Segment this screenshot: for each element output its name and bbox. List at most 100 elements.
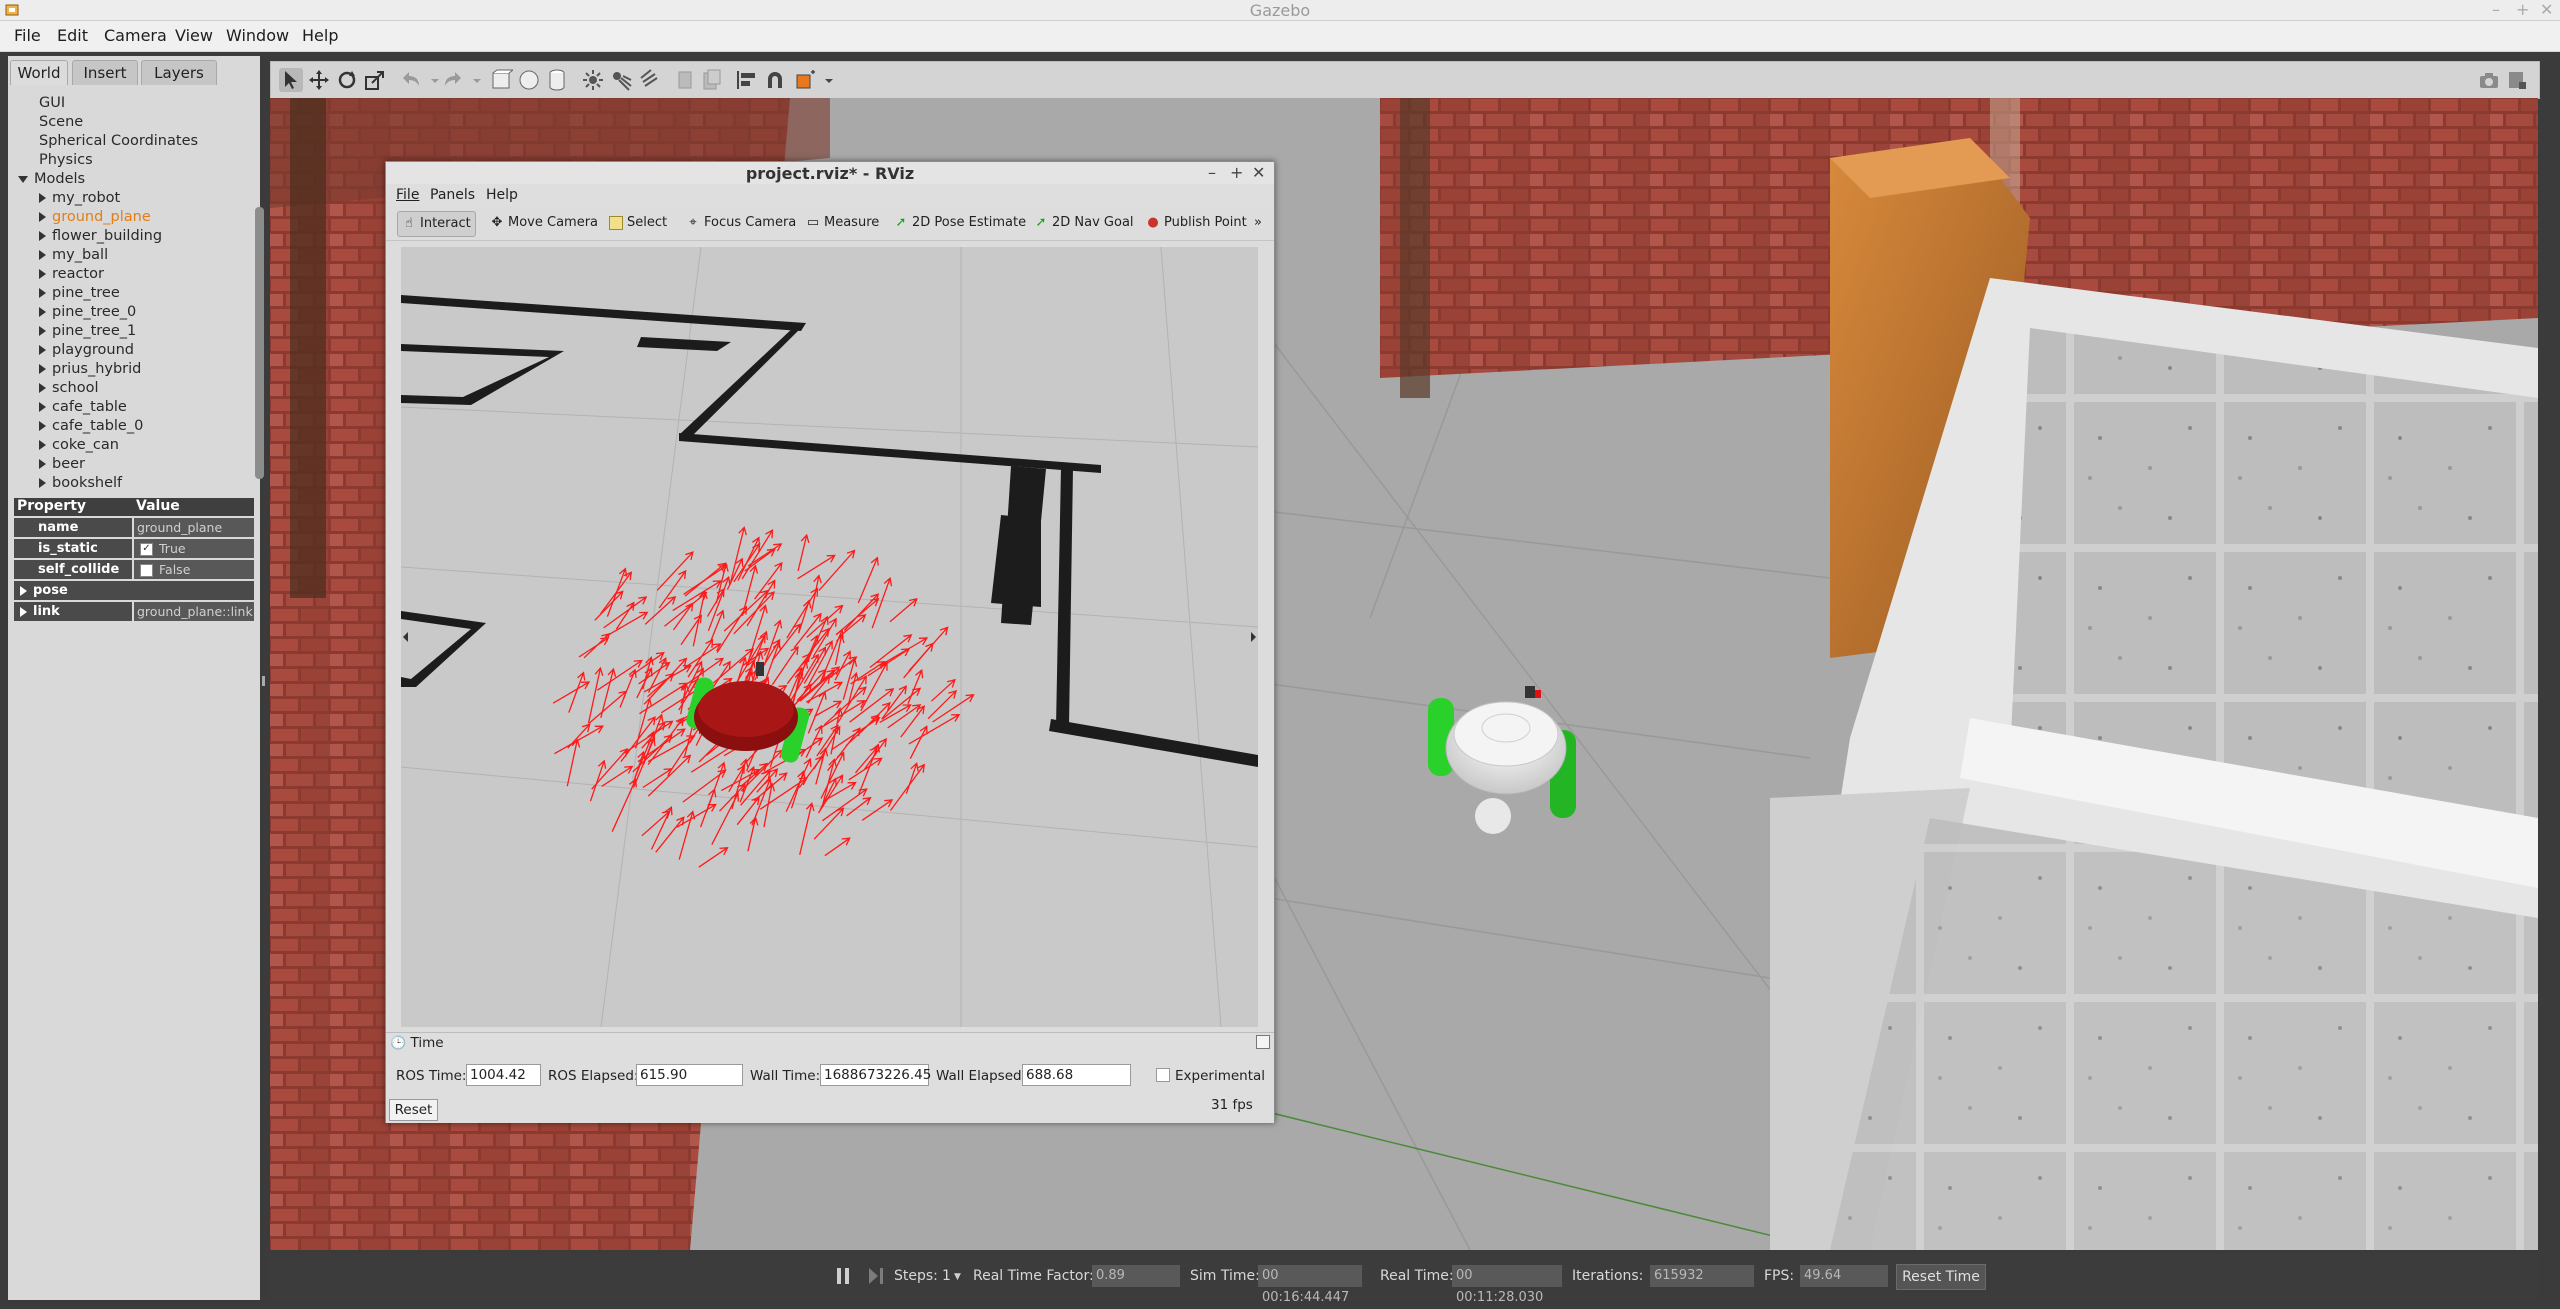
- view-angle-chevron-icon[interactable]: [817, 68, 833, 92]
- menu-window[interactable]: Window: [226, 26, 289, 45]
- expand-arrow-icon[interactable]: [39, 440, 46, 450]
- tree-item-beer[interactable]: beer: [39, 455, 85, 474]
- view-angle-icon[interactable]: [793, 68, 817, 92]
- tab-world[interactable]: World: [10, 60, 68, 85]
- paste-icon[interactable]: [699, 68, 723, 92]
- undo-icon[interactable]: [399, 68, 423, 92]
- sphere-shape-icon[interactable]: [517, 68, 541, 92]
- tool-2d-nav-goal[interactable]: ➚ 2D Nav Goal: [1034, 211, 1134, 235]
- rviz-menu-help[interactable]: Help: [486, 187, 518, 203]
- expand-arrow-icon[interactable]: [39, 269, 46, 279]
- tree-item-ground-plane[interactable]: ground_plane: [39, 208, 151, 227]
- time-panel-float-icon[interactable]: [1256, 1035, 1270, 1049]
- spot-light-icon[interactable]: [609, 68, 633, 92]
- expand-arrow-icon[interactable]: [39, 478, 46, 488]
- redo-history-chevron-icon[interactable]: [465, 68, 481, 92]
- expand-arrow-icon[interactable]: [39, 307, 46, 317]
- tool-publish-point[interactable]: ● Publish Point: [1146, 211, 1246, 235]
- expand-arrow-icon[interactable]: [39, 326, 46, 336]
- record-log-icon[interactable]: [2505, 68, 2529, 92]
- toolbar-overflow-chevron-icon[interactable]: »: [1254, 211, 1262, 235]
- rviz-close-icon[interactable]: ✕: [1252, 163, 1265, 182]
- screenshot-camera-icon[interactable]: [2477, 68, 2501, 92]
- expand-arrow-icon[interactable]: [39, 212, 46, 222]
- tree-item-pine-tree-1[interactable]: pine_tree_1: [39, 322, 136, 341]
- tree-item-flower-building[interactable]: flower_building: [39, 227, 162, 246]
- expand-arrow-icon[interactable]: [39, 421, 46, 431]
- expand-arrow-icon[interactable]: [39, 288, 46, 298]
- tree-item-gui[interactable]: GUI: [39, 94, 65, 113]
- ros-elapsed-field[interactable]: 615.90: [636, 1064, 743, 1086]
- tool-interact[interactable]: ☝ Interact: [397, 211, 476, 237]
- undo-history-chevron-icon[interactable]: [423, 68, 439, 92]
- tab-layers[interactable]: Layers: [141, 60, 217, 85]
- tree-item-scene[interactable]: Scene: [39, 113, 83, 132]
- property-value[interactable]: ✓ True: [134, 539, 254, 558]
- tree-item-cafe-table-0[interactable]: cafe_table_0: [39, 417, 143, 436]
- tab-insert[interactable]: Insert: [72, 60, 138, 85]
- rviz-reset-button[interactable]: Reset: [389, 1099, 438, 1121]
- scale-mode-icon[interactable]: [363, 68, 387, 92]
- rotate-mode-icon[interactable]: [335, 68, 359, 92]
- menu-view[interactable]: View: [175, 26, 213, 45]
- menu-edit[interactable]: Edit: [57, 26, 88, 45]
- left-dock-collapse-handle[interactable]: [401, 247, 411, 1027]
- snap-magnet-icon[interactable]: [763, 68, 787, 92]
- tree-scrollbar[interactable]: [255, 207, 264, 479]
- steps-chevron-icon[interactable]: ▼: [954, 1272, 961, 1282]
- expand-arrow-icon[interactable]: [39, 193, 46, 203]
- property-value[interactable]: ground_plane: [134, 518, 254, 537]
- menu-help[interactable]: Help: [302, 26, 338, 45]
- close-icon[interactable]: ✕: [2540, 0, 2553, 19]
- rviz-3d-view[interactable]: [401, 247, 1258, 1027]
- tree-item-coke-can[interactable]: coke_can: [39, 436, 119, 455]
- tree-item-spherical-coordinates[interactable]: Spherical Coordinates: [39, 132, 198, 151]
- tool-select[interactable]: Select: [609, 211, 667, 235]
- tree-item-playground[interactable]: playground: [39, 341, 134, 360]
- point-light-icon[interactable]: [581, 68, 605, 92]
- select-mode-icon[interactable]: [279, 68, 303, 92]
- reset-time-button[interactable]: Reset Time: [1896, 1264, 1986, 1290]
- wall-elapsed-field[interactable]: 688.68: [1022, 1064, 1131, 1086]
- menu-camera[interactable]: Camera: [104, 26, 167, 45]
- redo-icon[interactable]: [441, 68, 465, 92]
- expand-arrow-icon[interactable]: [39, 250, 46, 260]
- expand-arrow-icon[interactable]: [39, 231, 46, 241]
- tree-item-bookshelf[interactable]: bookshelf: [39, 474, 122, 493]
- tree-item-cafe-table[interactable]: cafe_table: [39, 398, 127, 417]
- rviz-titlebar[interactable]: project.rviz* - RViz – + ✕: [386, 162, 1274, 185]
- tree-item-reactor[interactable]: reactor: [39, 265, 104, 284]
- rviz-minimize-icon[interactable]: –: [1208, 163, 1216, 182]
- expand-arrow-icon[interactable]: [20, 606, 27, 617]
- maximize-icon[interactable]: +: [2516, 0, 2529, 19]
- tree-item-pine-tree-0[interactable]: pine_tree_0: [39, 303, 136, 322]
- self-collide-checkbox[interactable]: [140, 564, 153, 577]
- copy-icon[interactable]: [673, 68, 697, 92]
- minimize-icon[interactable]: –: [2492, 0, 2500, 19]
- pause-icon[interactable]: [836, 1267, 850, 1285]
- step-icon[interactable]: [868, 1267, 884, 1285]
- cylinder-shape-icon[interactable]: [545, 68, 569, 92]
- tree-item-school[interactable]: school: [39, 379, 99, 398]
- right-dock-collapse-handle[interactable]: [1248, 247, 1258, 1027]
- experimental-checkbox[interactable]: [1156, 1068, 1170, 1082]
- expand-arrow-icon[interactable]: [18, 175, 28, 183]
- rviz-menu-panels[interactable]: Panels: [430, 187, 475, 203]
- expand-arrow-icon[interactable]: [20, 585, 27, 596]
- rviz-menu-file[interactable]: File: [396, 187, 419, 203]
- ros-time-field[interactable]: 1004.42: [466, 1064, 541, 1086]
- property-group-pose[interactable]: pose: [14, 581, 254, 600]
- tree-item-prius-hybrid[interactable]: prius_hybrid: [39, 360, 141, 379]
- rviz-maximize-icon[interactable]: +: [1230, 163, 1243, 182]
- box-shape-icon[interactable]: [489, 68, 515, 92]
- property-value[interactable]: False: [134, 560, 254, 579]
- expand-arrow-icon[interactable]: [39, 402, 46, 412]
- tool-2d-pose-estimate[interactable]: ➚ 2D Pose Estimate: [894, 211, 1027, 235]
- tool-measure[interactable]: ▭ Measure: [806, 211, 879, 235]
- panel-splitter-handle[interactable]: [262, 676, 265, 686]
- directional-light-icon[interactable]: [637, 68, 661, 92]
- tool-move-camera[interactable]: ✥ Move Camera: [490, 211, 598, 235]
- tree-item-models[interactable]: Models: [18, 170, 85, 189]
- expand-arrow-icon[interactable]: [39, 459, 46, 469]
- tree-item-pine-tree[interactable]: pine_tree: [39, 284, 120, 303]
